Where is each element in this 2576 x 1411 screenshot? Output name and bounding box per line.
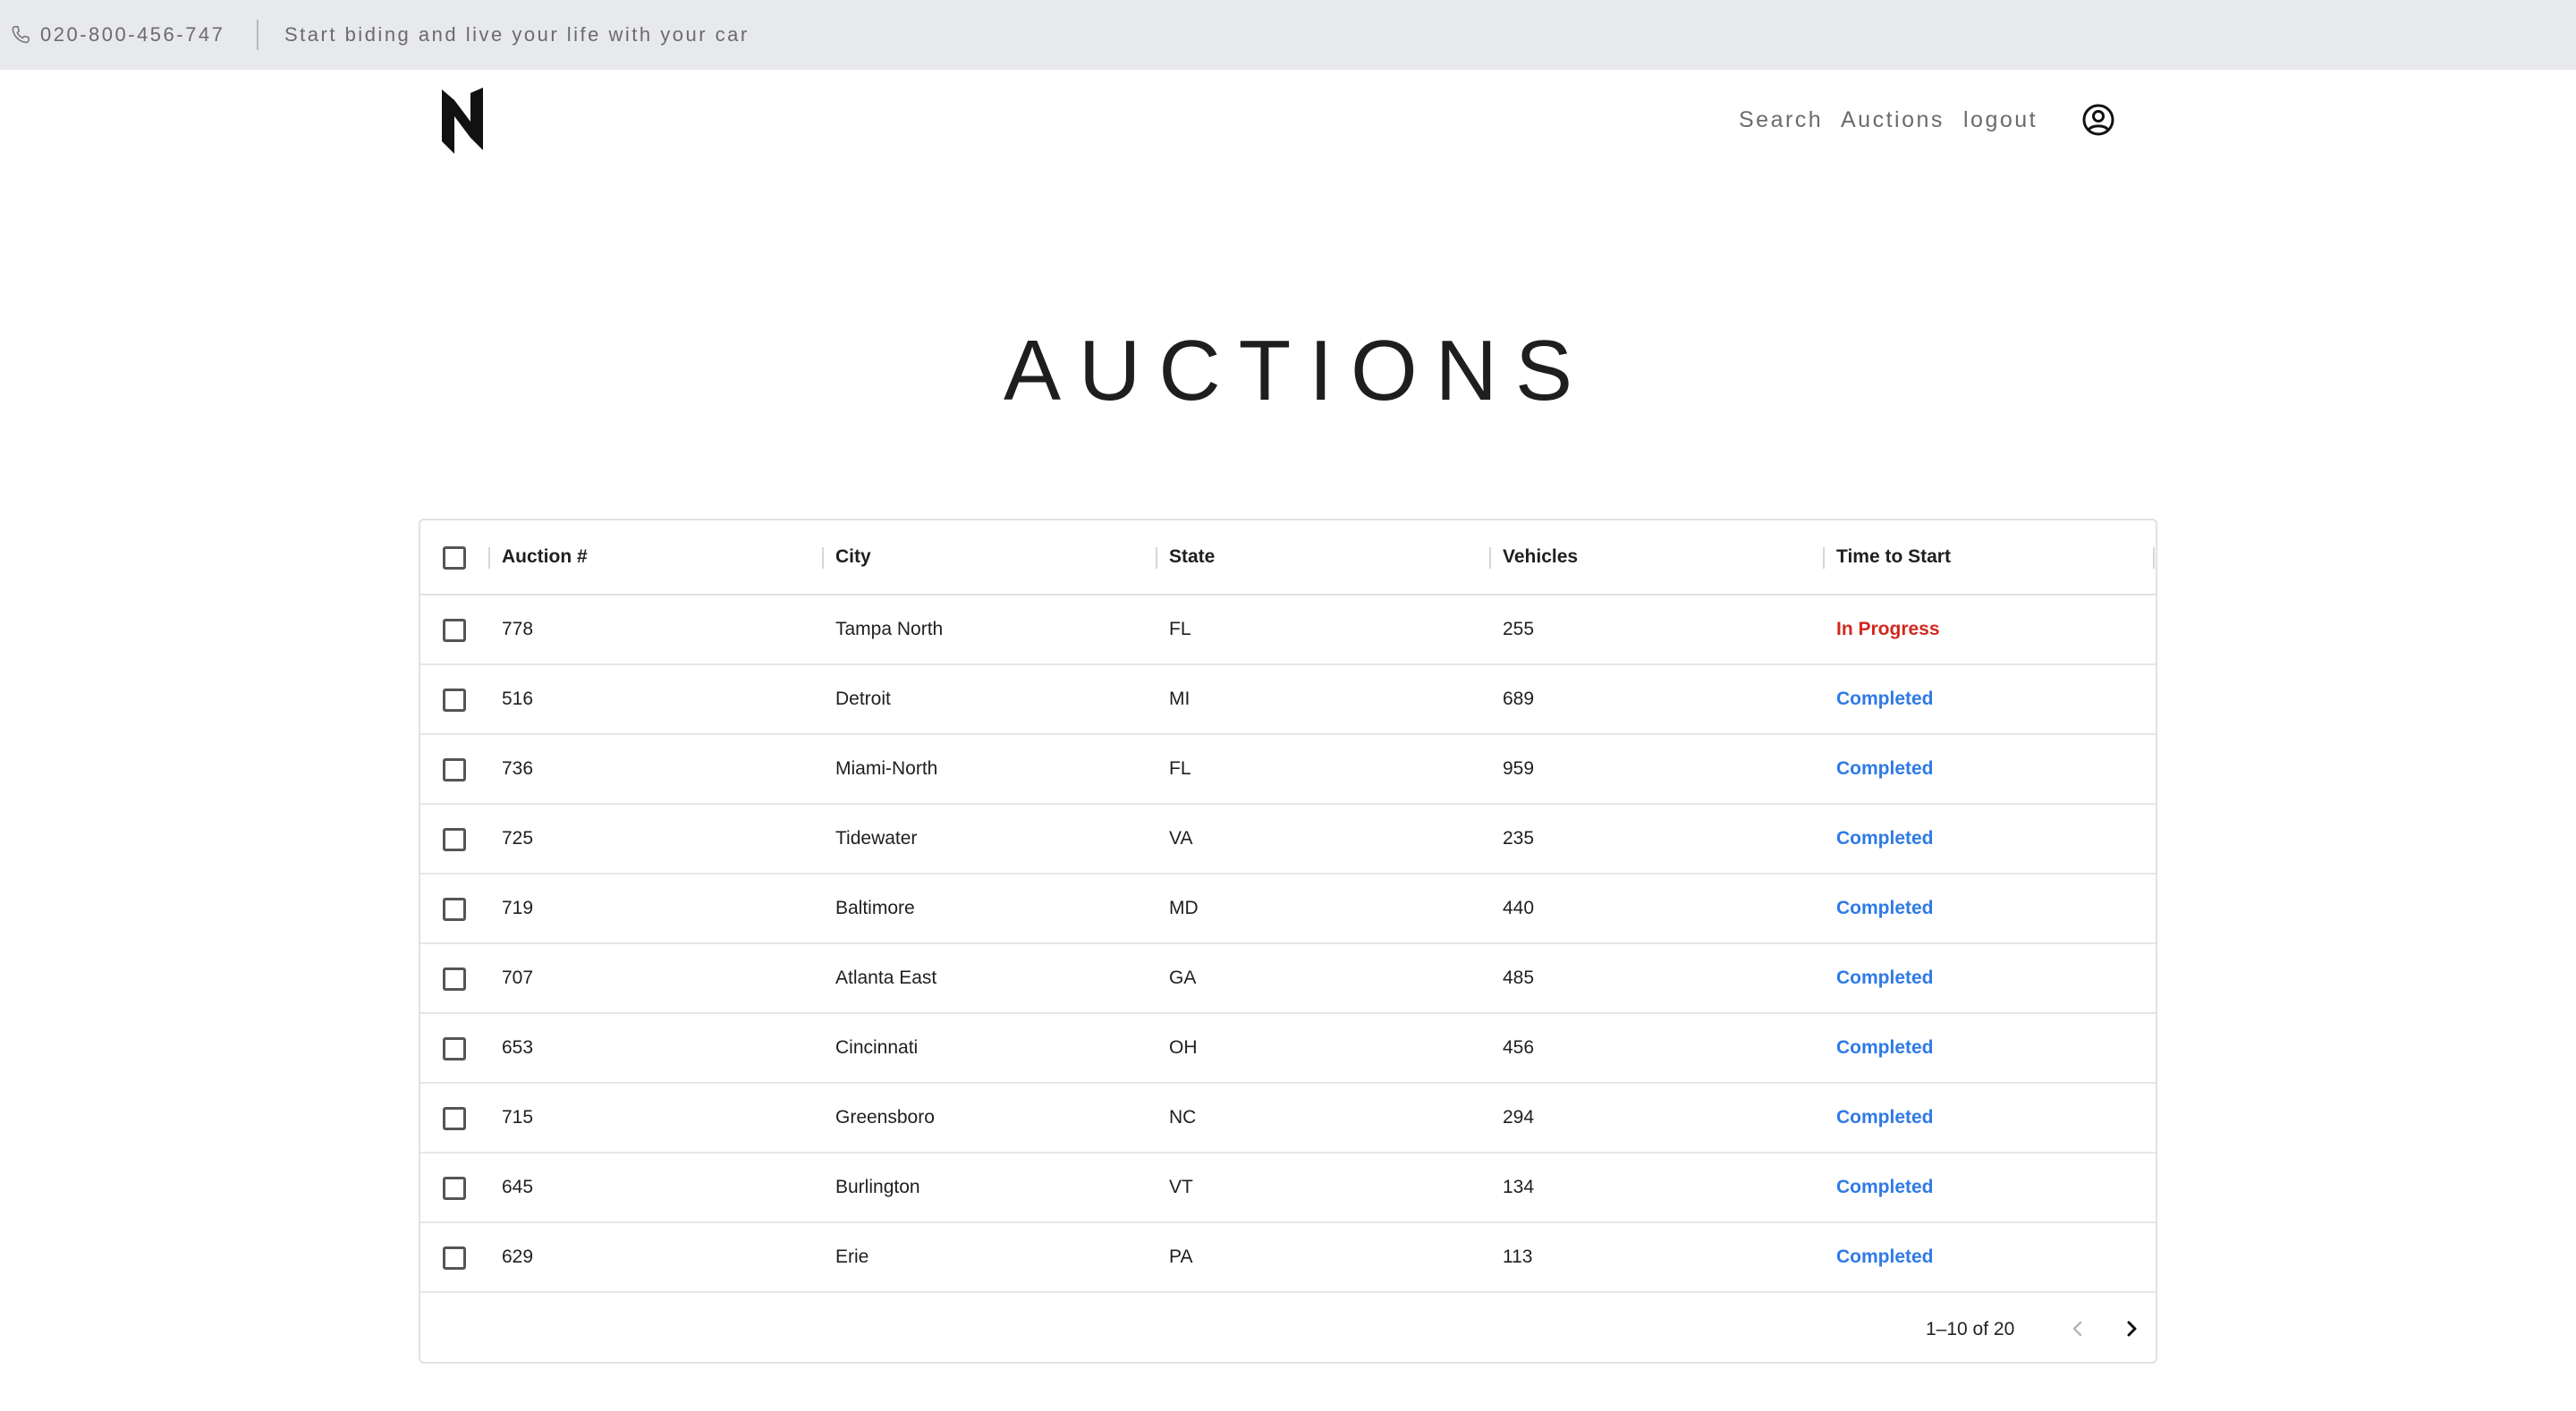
cell-vehicles: 113 — [1503, 1246, 1533, 1267]
cell-time-to-start: Completed — [1836, 967, 1934, 988]
pagination-range: 1–10 of 20 — [1926, 1318, 2015, 1339]
column-separator — [822, 547, 824, 569]
table-row[interactable]: 778 Tampa North FL 255 In Progress — [420, 596, 2156, 665]
table-row[interactable]: 707 Atlanta East GA 485 Completed — [420, 944, 2156, 1014]
cell-time-to-start: Completed — [1836, 1037, 1934, 1058]
table-row[interactable]: 629 Erie PA 113 Completed — [420, 1223, 2156, 1293]
column-header-city[interactable]: City — [835, 520, 871, 594]
nav-search-link[interactable]: Search — [1739, 104, 1823, 136]
cell-city: Atlanta East — [835, 967, 937, 988]
topbar-tagline: Start biding and live your life with you… — [284, 23, 750, 46]
table-header: Auction # City State Vehicles Time to St… — [420, 520, 2156, 596]
cell-vehicles: 294 — [1503, 1107, 1535, 1128]
cell-vehicles: 235 — [1503, 828, 1535, 849]
cell-city: Miami-North — [835, 758, 938, 779]
cell-vehicles: 485 — [1503, 967, 1535, 988]
phone-icon — [12, 25, 30, 44]
cell-auction: 778 — [502, 619, 534, 639]
chevron-right-icon[interactable] — [2115, 1313, 2148, 1345]
column-header-state[interactable]: State — [1169, 520, 1215, 594]
cell-state: GA — [1169, 967, 1197, 988]
auctions-table: Auction # City State Vehicles Time to St… — [419, 519, 2157, 1364]
top-info-bar: 020-800-456-747 Start biding and live yo… — [0, 0, 2576, 70]
column-header-auction[interactable]: Auction # — [502, 520, 588, 594]
row-checkbox[interactable] — [443, 758, 466, 782]
cell-state: MI — [1169, 689, 1191, 709]
cell-auction: 725 — [502, 828, 534, 849]
cell-time-to-start: Completed — [1836, 1177, 1934, 1197]
cell-time-to-start: Completed — [1836, 1246, 1934, 1267]
column-separator — [1489, 547, 1491, 569]
cell-state: OH — [1169, 1037, 1198, 1058]
row-checkbox[interactable] — [443, 967, 466, 991]
cell-city: Greensboro — [835, 1107, 935, 1128]
cell-vehicles: 689 — [1503, 689, 1535, 709]
cell-city: Tidewater — [835, 828, 918, 849]
cell-state: PA — [1169, 1246, 1193, 1267]
column-header-vehicles[interactable]: Vehicles — [1503, 520, 1578, 594]
cell-state: VA — [1169, 828, 1193, 849]
table-row[interactable]: 719 Baltimore MD 440 Completed — [420, 874, 2156, 944]
cell-time-to-start: Completed — [1836, 758, 1934, 779]
cell-time-to-start: In Progress — [1836, 619, 1940, 639]
nav-auctions-link[interactable]: Auctions — [1841, 104, 1945, 136]
column-header-time-to-start[interactable]: Time to Start — [1836, 520, 1951, 594]
cell-state: MD — [1169, 898, 1199, 918]
cell-time-to-start: Completed — [1836, 1107, 1934, 1128]
row-checkbox[interactable] — [443, 898, 466, 921]
cell-auction: 707 — [502, 967, 534, 988]
column-separator — [1823, 547, 1825, 569]
account-circle-icon[interactable] — [2080, 102, 2116, 138]
cell-time-to-start: Completed — [1836, 689, 1934, 709]
page-title: AUCTIONS — [1003, 323, 1591, 418]
row-checkbox[interactable] — [443, 1177, 466, 1200]
row-checkbox[interactable] — [443, 1107, 466, 1130]
cell-auction: 645 — [502, 1177, 534, 1197]
cell-auction: 736 — [502, 758, 534, 779]
cell-vehicles: 440 — [1503, 898, 1535, 918]
cell-vehicles: 134 — [1503, 1177, 1535, 1197]
cell-auction: 653 — [502, 1037, 534, 1058]
row-checkbox[interactable] — [443, 619, 466, 642]
table-pagination: 1–10 of 20 — [420, 1295, 2156, 1364]
cell-city: Tampa North — [835, 619, 944, 639]
table-row[interactable]: 715 Greensboro NC 294 Completed — [420, 1084, 2156, 1153]
cell-vehicles: 456 — [1503, 1037, 1535, 1058]
column-separator — [1156, 547, 1157, 569]
cell-city: Erie — [835, 1246, 869, 1267]
cell-auction: 715 — [502, 1107, 534, 1128]
row-checkbox[interactable] — [443, 689, 466, 712]
cell-city: Cincinnati — [835, 1037, 919, 1058]
nav-logout-link[interactable]: logout — [1963, 104, 2038, 136]
brand-logo[interactable] — [438, 86, 485, 154]
column-separator — [2153, 547, 2155, 569]
cell-state: FL — [1169, 758, 1191, 779]
row-checkbox[interactable] — [443, 1037, 466, 1060]
cell-state: FL — [1169, 619, 1191, 639]
table-row[interactable]: 653 Cincinnati OH 456 Completed — [420, 1014, 2156, 1084]
cell-auction: 719 — [502, 898, 534, 918]
cell-state: VT — [1169, 1177, 1193, 1197]
cell-auction: 629 — [502, 1246, 534, 1267]
cell-vehicles: 255 — [1503, 619, 1535, 639]
cell-city: Burlington — [835, 1177, 920, 1197]
cell-city: Baltimore — [835, 898, 915, 918]
select-all-checkbox[interactable] — [443, 546, 466, 570]
table-row[interactable]: 725 Tidewater VA 235 Completed — [420, 805, 2156, 874]
row-checkbox[interactable] — [443, 828, 466, 851]
cell-time-to-start: Completed — [1836, 828, 1934, 849]
phone-number: 020-800-456-747 — [40, 23, 225, 46]
cell-auction: 516 — [502, 689, 534, 709]
chevron-left-icon[interactable] — [2062, 1313, 2094, 1345]
cell-city: Detroit — [835, 689, 891, 709]
cell-time-to-start: Completed — [1836, 898, 1934, 918]
topbar-divider — [257, 20, 258, 50]
table-row[interactable]: 645 Burlington VT 134 Completed — [420, 1153, 2156, 1223]
table-row[interactable]: 736 Miami-North FL 959 Completed — [420, 735, 2156, 805]
row-checkbox[interactable] — [443, 1246, 466, 1270]
cell-vehicles: 959 — [1503, 758, 1535, 779]
table-row[interactable]: 516 Detroit MI 689 Completed — [420, 665, 2156, 735]
cell-state: NC — [1169, 1107, 1197, 1128]
column-separator — [488, 547, 490, 569]
